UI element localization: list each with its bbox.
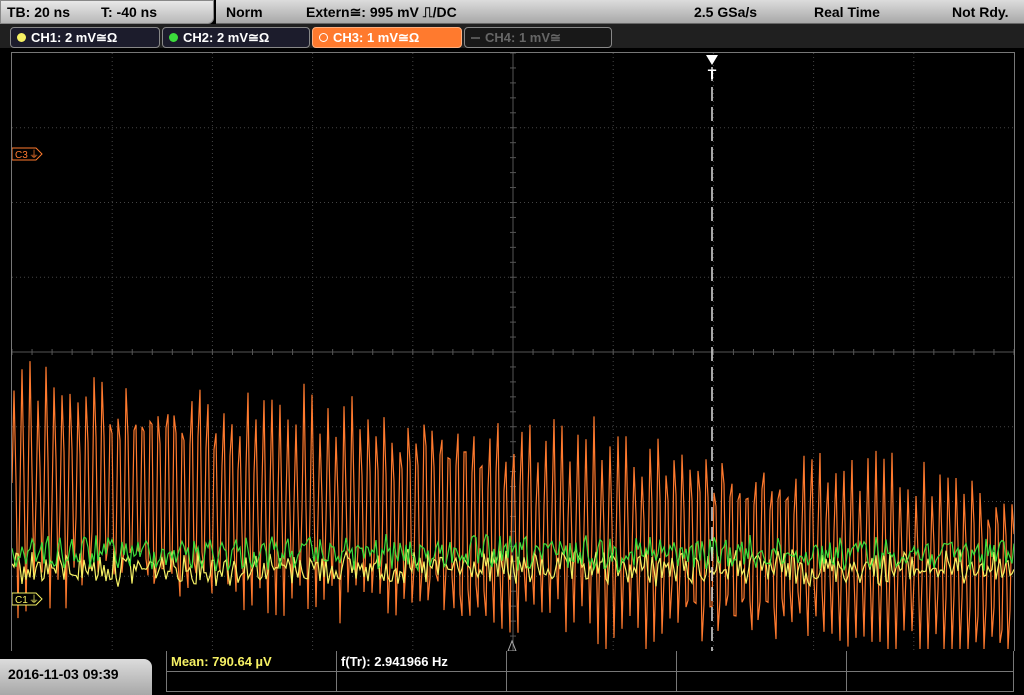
ch1-marker-label: C1 xyxy=(15,595,28,606)
acquisition-status: Not Rdy. xyxy=(952,4,1009,20)
trigger-time-value[interactable]: T: -40 ns xyxy=(101,4,157,20)
ch4-label: CH4: 1 mV≅ xyxy=(485,30,561,45)
ch4-indicator-icon xyxy=(471,37,480,39)
ch1-offset-marker[interactable]: C1 ⏚ xyxy=(11,592,43,606)
trigger-marker-label: T xyxy=(708,66,717,82)
ground-icon: ⏚ xyxy=(29,149,39,161)
sample-rate[interactable]: 2.5 GSa/s xyxy=(694,4,757,20)
ch3-label: CH3: 1 mV≅Ω xyxy=(333,30,420,45)
ch1-label: CH1: 2 mV≅Ω xyxy=(31,30,118,45)
ch3-indicator-icon xyxy=(319,33,328,42)
trigger-source[interactable]: Extern≅: 995 mV ⎍/DC xyxy=(306,4,457,21)
channel-bar: CH1: 2 mV≅Ω CH2: 2 mV≅Ω CH3: 1 mV≅Ω CH4:… xyxy=(0,24,1024,48)
channel-ch3-button[interactable]: CH3: 1 mV≅Ω xyxy=(312,27,462,48)
acquisition-mode[interactable]: Real Time xyxy=(814,4,880,20)
ch2-label: CH2: 2 mV≅Ω xyxy=(183,30,270,45)
bottom-status-bar: 2016-11-03 09:39 Mean: 790.64 µV f(Tr): … xyxy=(0,651,1024,695)
mean-measurement[interactable]: Mean: 790.64 µV xyxy=(171,654,272,669)
acquisition-panel: Norm Extern≅: 995 mV ⎍/DC 2.5 GSa/s Real… xyxy=(216,0,1024,24)
ch3-marker-label: C3 xyxy=(15,150,28,161)
top-status-bar: TB: 20 ns T: -40 ns Norm Extern≅: 995 mV… xyxy=(0,0,1024,24)
channel-ch1-button[interactable]: CH1: 2 mV≅Ω xyxy=(10,27,160,48)
datetime-display: 2016-11-03 09:39 xyxy=(0,659,152,695)
divider xyxy=(167,671,1013,672)
channel-ch2-button[interactable]: CH2: 2 mV≅Ω xyxy=(162,27,310,48)
waveform-display[interactable]: T C3 ⏚ C1 ⏚ xyxy=(11,52,1015,652)
waveform-svg: T C3 ⏚ C1 ⏚ xyxy=(11,52,1015,652)
trigger-arrow-icon xyxy=(706,55,718,65)
trigger-mode[interactable]: Norm xyxy=(226,4,263,20)
timebase-panel[interactable]: TB: 20 ns T: -40 ns xyxy=(0,0,214,24)
timebase-value[interactable]: TB: 20 ns xyxy=(7,4,70,20)
ch2-indicator-icon xyxy=(169,33,178,42)
frequency-measurement[interactable]: f(Tr): 2.941966 Hz xyxy=(341,654,448,669)
center-marker-icon xyxy=(507,639,517,652)
channel-ch4-button[interactable]: CH4: 1 mV≅ xyxy=(464,27,612,48)
ch3-offset-marker[interactable]: C3 ⏚ xyxy=(11,147,43,161)
ground-icon: ⏚ xyxy=(29,594,39,606)
measurement-panel[interactable]: Mean: 790.64 µV f(Tr): 2.941966 Hz xyxy=(166,651,1014,692)
ch1-indicator-icon xyxy=(17,33,26,42)
